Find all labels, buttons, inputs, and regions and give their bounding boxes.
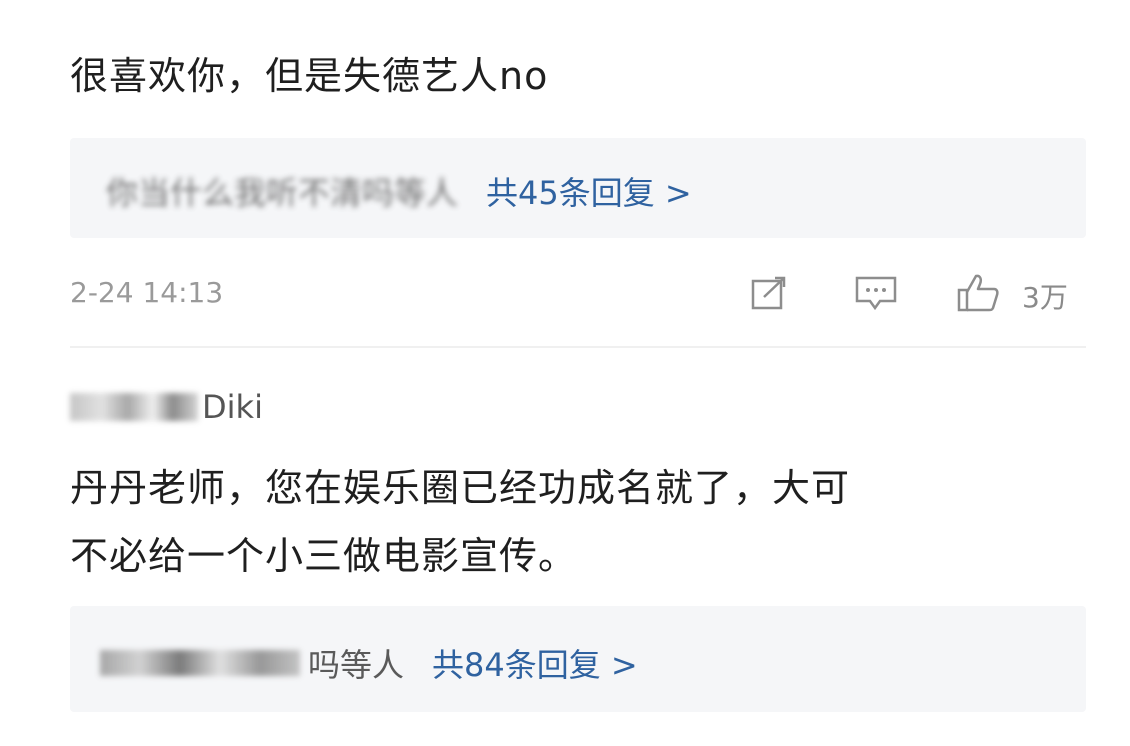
share-icon bbox=[751, 276, 786, 310]
comment-text-line1: 丹丹老师，您在娱乐圈已经功成名就了，大可 bbox=[70, 466, 851, 510]
comment-button[interactable] bbox=[852, 272, 900, 314]
share-button[interactable] bbox=[748, 272, 792, 314]
comment-timestamp: 2-24 14:13 bbox=[70, 276, 224, 309]
reply-preview-line-2: 吗等人 共84条回复 > bbox=[100, 640, 638, 686]
reply-preview-line: 你当什么我听不清吗等人 共45条回复 > bbox=[106, 168, 692, 214]
reply-count-link-2[interactable]: 共84条回复 > bbox=[432, 640, 638, 686]
comment-divider bbox=[70, 346, 1086, 348]
reply-names: 吗等人 bbox=[308, 646, 405, 684]
like-icon bbox=[957, 274, 999, 312]
avatar-blur bbox=[70, 393, 198, 421]
reply-preview-box-2[interactable]: 吗等人 共84条回复 > bbox=[70, 606, 1086, 712]
comment-text: 很喜欢你，但是失德艺人no bbox=[70, 54, 549, 98]
reply-preview-box[interactable]: 你当什么我听不清吗等人 共45条回复 > bbox=[70, 138, 1086, 238]
like-button[interactable] bbox=[954, 270, 1002, 316]
username-text: Diki bbox=[202, 388, 263, 426]
like-count: 3万 bbox=[1022, 281, 1068, 314]
comment-username[interactable]: Diki bbox=[70, 388, 263, 426]
reply-names: 你当什么我听不清吗等人 bbox=[106, 174, 459, 212]
reply-count-link[interactable]: 共45条回复 > bbox=[486, 168, 692, 214]
comment-text-line2: 不必给一个小三做电影宣传。 bbox=[70, 534, 578, 578]
reply-names-blur bbox=[100, 650, 300, 676]
comment-icon bbox=[855, 276, 897, 311]
